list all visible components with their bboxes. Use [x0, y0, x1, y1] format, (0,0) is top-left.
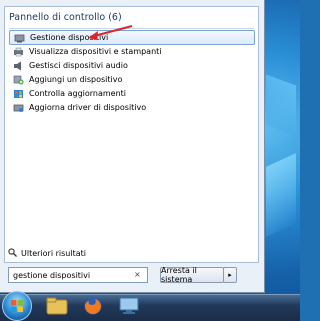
more-results-link[interactable]: Ulteriori risultati: [8, 248, 86, 259]
search-results-panel: Pannello di controllo (6) Gestione dispo…: [4, 6, 259, 263]
header-divider: [9, 28, 254, 29]
firefox-icon: [83, 296, 103, 320]
explorer-icon: [46, 297, 68, 319]
taskbar-firefox-button[interactable]: [76, 297, 110, 319]
result-label: Gestione dispositivi: [30, 33, 109, 42]
start-menu: Pannello di controllo (6) Gestione dispo…: [0, 0, 265, 293]
result-item-device-manager[interactable]: Gestione dispositivi: [9, 30, 255, 45]
taskbar: [0, 291, 300, 321]
wallpaper-beam: [266, 153, 296, 237]
result-label: Controlla aggiornamenti: [29, 89, 127, 98]
magnifier-icon: [8, 248, 17, 259]
results-group-title: Pannello di controllo (6): [9, 12, 122, 23]
start-button[interactable]: [2, 291, 36, 321]
clear-search-icon[interactable]: ×: [134, 270, 141, 279]
shutdown-button[interactable]: Arresta il sistema: [160, 266, 224, 284]
result-label: Gestisci dispositivi audio: [29, 61, 128, 70]
taskbar-remote-desktop-button[interactable]: [112, 297, 146, 319]
result-label: Aggiungi un dispositivo: [29, 75, 123, 84]
result-item-check-updates[interactable]: Controlla aggiornamenti: [9, 86, 255, 101]
wallpaper-beam: [266, 74, 296, 136]
windows-orb-icon: [2, 291, 32, 321]
result-label: Visualizza dispositivi e stampanti: [29, 47, 162, 56]
more-results-label: Ulteriori risultati: [21, 249, 86, 258]
chevron-right-icon: ▸: [228, 271, 232, 279]
device-manager-icon: [14, 33, 25, 43]
result-item-devices-printers[interactable]: Visualizza dispositivi e stampanti: [9, 44, 255, 59]
result-item-update-driver[interactable]: Aggiorna driver di dispositivo: [9, 100, 255, 115]
shutdown-label: Arresta il sistema: [161, 266, 197, 284]
result-item-add-device[interactable]: Aggiungi un dispositivo: [9, 72, 255, 87]
search-input[interactable]: gestione dispositivi: [8, 267, 148, 283]
update-icon: [13, 89, 24, 99]
shutdown-options-button[interactable]: ▸: [223, 267, 237, 283]
remote-desktop-icon: [119, 297, 139, 319]
taskbar-explorer-button[interactable]: [40, 297, 74, 319]
printer-icon: [13, 47, 24, 57]
result-label: Aggiorna driver di dispositivo: [29, 103, 147, 112]
results-group-header: Pannello di controllo (6): [9, 12, 254, 29]
result-item-audio-devices[interactable]: Gestisci dispositivi audio: [9, 58, 255, 73]
add-device-icon: [13, 75, 24, 85]
driver-icon: [13, 103, 24, 113]
speaker-icon: [13, 61, 24, 71]
